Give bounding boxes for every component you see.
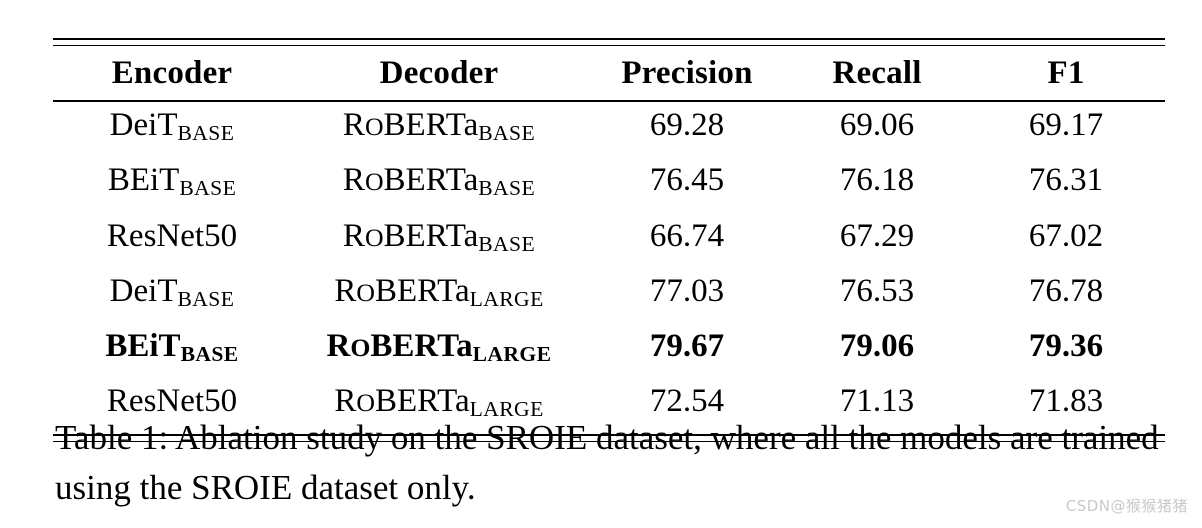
cell-f1: 79.36	[1028, 328, 1104, 364]
results-table-body: DeiTBASE RoBERTaBASE 69.28 69.06 69.17 B…	[53, 102, 1165, 434]
cell-f1: 67.02	[1028, 217, 1104, 254]
cell-recall: 76.53	[839, 272, 915, 309]
table-body: DeiTBASE RoBERTaBASE 69.28 69.06 69.17 B…	[53, 102, 1165, 434]
cell-decoder: RoBERTaLARGE	[334, 272, 544, 311]
table-row: DeiTBASE RoBERTaLARGE 77.03 76.53 76.78	[53, 268, 1165, 323]
table-row: DeiTBASE RoBERTaBASE 69.28 69.06 69.17	[53, 102, 1165, 157]
cell-f1: 69.17	[1028, 107, 1104, 143]
cell-decoder: RoBERTaBASE	[342, 217, 536, 256]
cell-precision: 69.28	[649, 107, 725, 143]
cell-precision: 77.03	[649, 272, 725, 309]
cell-f1: 76.78	[1028, 272, 1104, 309]
table-header: Encoder Decoder Precision Recall F1	[53, 46, 1165, 100]
column-header-decoder: Decoder	[379, 55, 499, 91]
header-row: Encoder Decoder Precision Recall F1	[53, 46, 1165, 100]
cell-recall: 76.18	[839, 162, 915, 199]
cell-encoder: BEiTBASE	[107, 162, 237, 200]
column-header-recall: Recall	[832, 55, 922, 91]
cell-decoder: RoBERTaBASE	[342, 162, 536, 200]
cell-decoder: RoBERTaLARGE	[326, 328, 552, 366]
table-figure: Encoder Decoder Precision Recall F1 DeiT…	[0, 0, 1202, 528]
cell-precision: 79.67	[649, 328, 725, 364]
cell-precision: 66.74	[649, 217, 725, 254]
table-row: ResNet50 RoBERTaBASE 66.74 67.29 67.02	[53, 213, 1165, 268]
cell-recall: 67.29	[839, 217, 915, 254]
column-header-f1: F1	[1047, 55, 1085, 91]
table-top-rule	[53, 38, 1165, 46]
cell-decoder: RoBERTaBASE	[342, 107, 536, 145]
cell-encoder: DeiTBASE	[109, 107, 235, 145]
watermark: CSDN@猴猴猪猪	[1065, 497, 1188, 515]
cell-recall: 79.06	[839, 328, 915, 364]
cell-precision: 76.45	[649, 162, 725, 199]
cell-encoder: ResNet50	[106, 217, 238, 254]
table-row: BEiTBASE RoBERTaBASE 76.45 76.18 76.31	[53, 157, 1165, 212]
cell-f1: 76.31	[1028, 162, 1104, 199]
results-table: Encoder Decoder Precision Recall F1	[53, 46, 1165, 100]
cell-encoder: BEiTBASE	[105, 328, 239, 366]
ablation-results-table: Encoder Decoder Precision Recall F1 DeiT…	[53, 38, 1165, 442]
cell-encoder: DeiTBASE	[109, 272, 235, 311]
cell-recall: 69.06	[839, 107, 915, 143]
column-header-encoder: Encoder	[111, 55, 233, 91]
table-row-best: BEiTBASE RoBERTaLARGE 79.67 79.06 79.36	[53, 323, 1165, 378]
column-header-precision: Precision	[621, 55, 753, 91]
table-caption: Table 1: Ablation study on the SROIE dat…	[55, 418, 1159, 507]
